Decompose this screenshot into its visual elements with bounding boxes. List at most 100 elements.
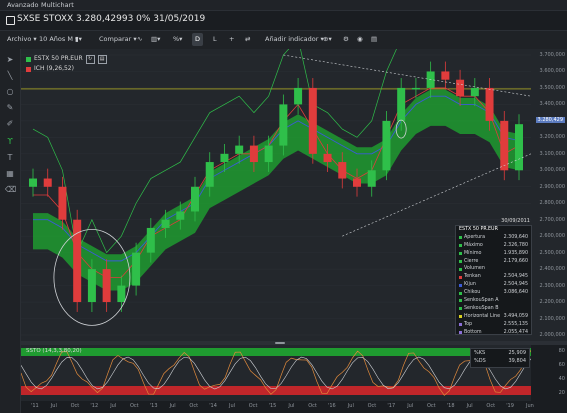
text-tool-icon[interactable]: T [5,153,15,163]
panel-row-label: Kijun [464,282,476,288]
brush-icon[interactable]: ✐ [5,119,15,129]
percent-icon[interactable]: %▾ [170,33,185,46]
panel-row-label: Cierre [464,258,479,264]
bar-chart-icon[interactable]: ▥▾ [148,33,163,46]
price-tick-label: 2.600,000 [539,233,565,240]
delete-icon[interactable]: ▦ [5,169,15,179]
panel-row-key: Apertura [459,234,485,242]
candle-body [249,145,258,163]
legend-swatch-main [26,56,31,62]
pointer-icon[interactable]: ➤ [5,55,15,65]
time-tick-label: Jul [407,403,414,409]
indicator-icon[interactable]: ⇄ [242,33,253,46]
panel-row: Bottom 2.055,474 [456,329,531,337]
price-tick-label: 2.800,000 [539,200,565,207]
oscillator-axis: 80 60 40 20 [531,345,567,401]
candle-body [397,87,406,121]
crosshair-icon[interactable]: + [226,33,237,46]
zoom-icon[interactable]: ⊕▾ [320,33,335,46]
panel-row-swatch [459,291,462,295]
archivo-menu[interactable]: Archivo ▾ [4,33,40,46]
candle-body [470,87,479,97]
candle-body [43,178,52,187]
print-icon[interactable]: ▤ [368,33,380,46]
draw-l-button[interactable]: L [210,33,220,46]
candle-body [279,104,288,146]
candle-body [367,170,376,187]
price-tick-label: 2.000,000 [539,332,565,338]
line-tool-icon[interactable]: ╲ [5,71,15,81]
add-indicator-menu[interactable]: Añadir indicador ▾ [262,33,327,46]
candle-body [102,269,111,303]
chart-type-icon[interactable]: ▮▾ [72,33,85,46]
time-tick-label: Jul [347,403,354,409]
top-tab-bar: Avanzado Multichart [0,0,567,11]
oscillator-ds-line [20,356,532,390]
panel-row-label: Top [464,321,473,327]
camera-icon[interactable]: ◉ [354,33,366,46]
panel-row-label: Máximo [464,242,483,248]
fibonacci-icon[interactable]: ϒ [5,137,15,147]
time-tick-label: Jul [169,403,176,409]
oscillator-pane[interactable] [20,345,532,401]
candle-body [308,87,317,154]
tab-avanzado[interactable]: Avanzado [4,1,42,9]
candle-body [456,79,465,97]
time-tick-label: '14 [209,403,217,409]
panel-row-key: Horizontal Line [459,313,500,321]
panel-icon[interactable]: ▤ [97,54,107,64]
panel-row-key: Tenkan [459,273,481,281]
oscillator-row-value: 25,909 [508,350,527,356]
time-tick-label: '15 [268,403,277,409]
eraser-icon[interactable]: ⌫ [5,185,16,195]
chart-title-bar: SXSE STOXX 3.280,42993 0% 31/05/2019 [0,11,567,29]
refresh-icon[interactable]: ↻ [85,54,95,64]
time-tick-label: Oct [70,403,80,409]
oscillator-row-key: %KS [474,350,486,356]
candle-body [235,145,244,154]
oscillator-tick-label: 20 [558,390,565,396]
tab-multichart[interactable]: Multichart [38,1,77,9]
panel-row-swatch [459,267,462,271]
candle-body [485,87,494,121]
oscillator-svg[interactable] [20,345,532,401]
panel-row-key: Cierre [459,258,478,266]
candle-body [176,211,185,220]
chart-legend: ESTX 50 PR.EUR ↻ ▤ ICH (9,26,52) [26,54,107,74]
candle-body [515,124,523,171]
candle-body [161,219,170,228]
settings-icon[interactable]: ⚙ [340,33,352,46]
price-tick-label: 2.900,000 [539,183,565,190]
panel-row-label: Chikou [464,290,481,296]
panel-row-key: Máximo [459,242,483,250]
circle-tool-icon[interactable]: ○ [5,87,15,97]
draw-d-button[interactable]: D [192,33,204,46]
panel-row-swatch [459,299,462,303]
candle-body [58,186,67,220]
time-tick-label: Oct [130,403,139,409]
panel-row-value: 2.504,945 [503,274,528,280]
candle-body [353,178,361,187]
oscillator-tick-label: 80 [558,348,565,354]
panel-row-label: SenkouSpan B [464,305,499,311]
candle-body [338,162,347,179]
pencil-icon[interactable]: ✎ [5,103,15,113]
toolbar: Archivo ▾ 10 Años M ▾ ▮▾ Comparar ▾ ∿ ▥▾… [0,30,567,50]
panel-row: Cierre 2.179,660 [456,258,531,266]
pane-resize-handle[interactable] [275,342,285,344]
panel-row-value: 1.935,890 [503,250,528,256]
oscillator-values: %KS 25,909 %DS 39,804 [470,348,530,368]
wave-icon[interactable]: ∿ [134,33,145,46]
panel-row-value: 2.309,640 [503,234,528,240]
candle-body [264,145,273,163]
oscillator-row: %KS 25,909 [471,349,529,357]
chart-icon [6,16,15,25]
overbought-band [21,348,531,356]
data-info-panel: ESTX 50 PR.EUR Apertura 2.309,640 Máximo 2.… [455,225,532,335]
legend-ich-label: ICH (9,26,52) [34,65,74,72]
price-tick-label: 3.400,000 [539,101,565,108]
time-tick-label: Jul [466,403,473,409]
time-tick-label: Jul [288,403,295,409]
panel-row-swatch [459,244,462,248]
time-tick-label: Oct [248,403,258,409]
